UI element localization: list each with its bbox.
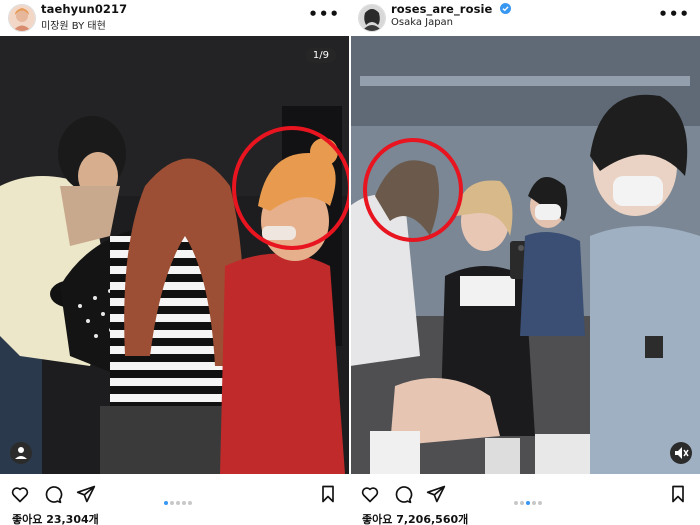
photo-counter: 1/9 bbox=[305, 48, 336, 63]
carousel-dot[interactable] bbox=[188, 501, 192, 505]
carousel-dots bbox=[164, 490, 194, 509]
carousel-dot[interactable] bbox=[514, 501, 518, 505]
username[interactable]: taehyun0217 bbox=[41, 2, 127, 16]
carousel-dot[interactable] bbox=[538, 501, 542, 505]
username[interactable]: roses_are_rosie bbox=[391, 2, 511, 16]
heart-icon[interactable] bbox=[10, 484, 30, 504]
carousel-dot[interactable] bbox=[176, 501, 180, 505]
post-photo[interactable] bbox=[350, 36, 700, 474]
instagram-post-left: taehyun0217 미장원 BY 태현 ••• 1/9 좋아요 23,304… bbox=[0, 0, 350, 525]
carousel-dot[interactable] bbox=[526, 501, 530, 505]
likes-count[interactable]: 좋아요 23,304개 bbox=[12, 511, 99, 525]
post-photo[interactable]: 1/9 bbox=[0, 36, 350, 474]
share-icon[interactable] bbox=[76, 484, 96, 504]
carousel-dot[interactable] bbox=[520, 501, 524, 505]
bookmark-icon[interactable] bbox=[318, 484, 338, 504]
likes-row: 좋아요 7,206,560개 bbox=[350, 511, 700, 525]
mute-icon[interactable] bbox=[670, 442, 692, 464]
user-tag-icon[interactable] bbox=[10, 442, 32, 464]
post-actions bbox=[350, 474, 700, 514]
post-header: taehyun0217 미장원 BY 태현 ••• bbox=[0, 0, 350, 36]
avatar[interactable] bbox=[8, 4, 36, 32]
carousel-dot[interactable] bbox=[532, 501, 536, 505]
divider bbox=[349, 36, 351, 474]
carousel-dot[interactable] bbox=[170, 501, 174, 505]
location-subline[interactable]: 미장원 BY 태현 bbox=[41, 17, 106, 32]
comment-icon[interactable] bbox=[393, 484, 413, 504]
post-actions bbox=[0, 474, 350, 514]
location-subline[interactable]: Osaka Japan bbox=[391, 17, 453, 28]
verified-badge-icon bbox=[499, 3, 511, 14]
username-text[interactable]: roses_are_rosie bbox=[391, 2, 492, 16]
comment-icon[interactable] bbox=[43, 484, 63, 504]
more-icon[interactable]: ••• bbox=[658, 5, 690, 23]
heart-icon[interactable] bbox=[360, 484, 380, 504]
more-icon[interactable]: ••• bbox=[308, 5, 340, 23]
instagram-post-right: roses_are_rosie Osaka Japan ••• 좋아요 7,20… bbox=[350, 0, 700, 525]
carousel-dot[interactable] bbox=[164, 501, 168, 505]
avatar[interactable] bbox=[358, 4, 386, 32]
share-icon[interactable] bbox=[426, 484, 446, 504]
likes-count[interactable]: 좋아요 7,206,560개 bbox=[362, 511, 468, 525]
likes-row: 좋아요 23,304개 bbox=[0, 511, 350, 525]
carousel-dot[interactable] bbox=[182, 501, 186, 505]
post-header: roses_are_rosie Osaka Japan ••• bbox=[350, 0, 700, 36]
carousel-dots bbox=[514, 490, 544, 509]
bookmark-icon[interactable] bbox=[668, 484, 688, 504]
